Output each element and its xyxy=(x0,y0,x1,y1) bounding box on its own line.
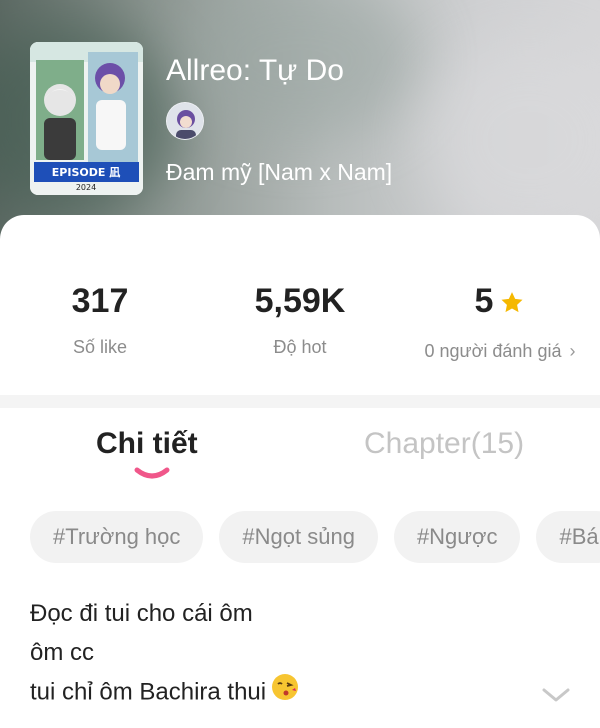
tag-chip[interactable]: #Ngọt sủng xyxy=(219,511,378,563)
active-tab-indicator xyxy=(134,467,170,479)
tag-chip[interactable]: #Trường học xyxy=(30,511,204,563)
tag-chip[interactable]: #Ngược xyxy=(393,511,521,563)
tag-chip[interactable]: #Bá xyxy=(536,511,600,563)
story-genre[interactable]: Đam mỹ [Nam x Nam] xyxy=(166,157,392,187)
description-line: ôm cc xyxy=(30,639,95,666)
description-line: Đọc đi tui cho cái ôm xyxy=(30,600,253,627)
hot-stat: 5,59K Độ hot xyxy=(225,281,375,358)
tab-chapter[interactable]: Chapter(15) xyxy=(364,426,524,462)
author-avatar[interactable] xyxy=(166,102,204,140)
star-icon xyxy=(499,285,525,325)
chevron-right-icon: › xyxy=(569,341,576,361)
rating-count-label: 0 người đánh giá xyxy=(424,341,562,361)
likes-stat: 317 Số like xyxy=(40,281,160,358)
cover-illustration: EPISODE 凪 2024 xyxy=(30,42,143,195)
story-description: Đọc đi tui cho cái ôm ôm cc tui chỉ ôm B… xyxy=(30,594,300,714)
cover-logo-text: EPISODE 凪 xyxy=(52,166,120,179)
rating-value: 5 xyxy=(474,282,494,320)
rating-stat[interactable]: 5 0 người đánh giá › xyxy=(410,281,590,362)
story-cover-image[interactable]: EPISODE 凪 2024 xyxy=(30,42,143,195)
svg-text:2024: 2024 xyxy=(76,183,96,192)
tab-detail[interactable]: Chi tiết xyxy=(96,426,198,462)
likes-label: Số like xyxy=(72,337,128,357)
hot-label: Độ hot xyxy=(273,337,327,357)
story-title: Allreo: Tự Do xyxy=(166,54,344,87)
stats-card: 317 Số like 5,59K Độ hot 5 0 người đánh … xyxy=(0,215,600,395)
hot-count: 5,59K xyxy=(254,282,346,320)
section-divider xyxy=(0,395,600,408)
kissing-face-emoji-icon xyxy=(270,672,300,714)
tag-list: #Trường học #Ngọt sủng #Ngược #Bá xyxy=(30,511,600,563)
expand-chevron-down-icon[interactable] xyxy=(540,685,572,705)
description-line: tui chỉ ôm Bachira thui xyxy=(30,678,267,706)
likes-count: 317 xyxy=(71,282,129,320)
